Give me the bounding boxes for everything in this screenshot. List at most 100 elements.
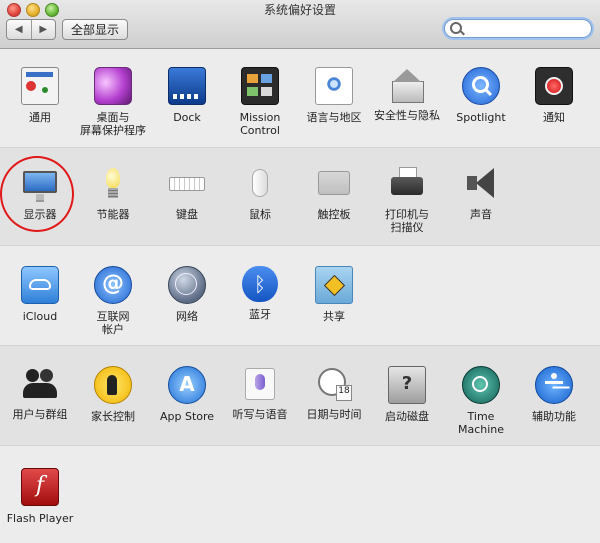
time-machine-icon: [462, 366, 500, 404]
pref-security-privacy[interactable]: 安全性与隐私: [371, 67, 443, 122]
pref-keyboard[interactable]: 键盘: [151, 166, 223, 221]
pref-users-groups[interactable]: 用户与群组: [4, 366, 76, 421]
highlight-circle: [0, 156, 74, 232]
pref-label: 语言与地区: [306, 111, 362, 124]
pref-printers-scanners[interactable]: 打印机与 扫描仪: [371, 166, 443, 234]
pref-energy-saver[interactable]: 节能器: [77, 166, 149, 221]
pref-notifications[interactable]: 通知: [518, 67, 590, 124]
pane-row-system: 用户与群组 家长控制 A App Store 听写与语音 18 日期与时间 启动…: [0, 345, 600, 446]
pref-label: Mission Control: [239, 111, 281, 137]
pref-label: Spotlight: [456, 111, 506, 124]
pref-label: 通用: [29, 111, 51, 124]
microphone-icon: [242, 366, 278, 402]
pref-mission-control[interactable]: Mission Control: [224, 67, 296, 137]
icloud-icon: [21, 266, 59, 304]
pref-sharing[interactable]: 共享: [298, 266, 370, 323]
dock-icon: [168, 67, 206, 105]
calendar-day: 18: [338, 386, 350, 396]
pref-bluetooth[interactable]: ᛒ 蓝牙: [224, 266, 296, 321]
general-icon: [21, 67, 59, 105]
language-region-icon: [315, 67, 353, 105]
pref-label: 启动磁盘: [385, 410, 429, 423]
pref-flash-player[interactable]: f Flash Player: [4, 468, 76, 525]
parental-controls-icon: [94, 366, 132, 404]
startup-disk-icon: [388, 366, 426, 404]
pref-label: 声音: [470, 208, 492, 221]
pref-dock[interactable]: Dock: [151, 67, 223, 124]
security-privacy-icon: [389, 67, 425, 103]
pref-label: 通知: [543, 111, 565, 124]
pref-label: iCloud: [22, 310, 58, 323]
pane-row-internet-wireless: iCloud @ 互联网 帐户 网络 ᛒ 蓝牙 共享: [0, 245, 600, 346]
pref-internet-accounts[interactable]: @ 互联网 帐户: [77, 266, 149, 336]
pref-sound[interactable]: 声音: [445, 166, 517, 221]
pref-label: Flash Player: [6, 512, 74, 525]
mouse-icon: [242, 166, 278, 202]
pref-desktop-screensaver[interactable]: 桌面与 屏幕保护程序: [77, 67, 149, 137]
pref-trackpad[interactable]: 触控板: [298, 166, 370, 221]
pref-label: 鼠标: [249, 208, 271, 221]
pref-label: 键盘: [176, 208, 198, 221]
pref-spotlight[interactable]: Spotlight: [445, 67, 517, 124]
bluetooth-icon: ᛒ: [242, 266, 278, 302]
notifications-icon: [535, 67, 573, 105]
pane-row-other: f Flash Player: [0, 445, 600, 543]
pref-language-region[interactable]: 语言与地区: [298, 67, 370, 124]
pref-label: 桌面与 屏幕保护程序: [80, 111, 146, 137]
pref-general[interactable]: 通用: [4, 67, 76, 124]
pref-icloud[interactable]: iCloud: [4, 266, 76, 323]
search-icon: [450, 22, 462, 34]
pref-label: 蓝牙: [249, 308, 271, 321]
pref-time-machine[interactable]: Time Machine: [445, 366, 517, 436]
window-title: 系统偏好设置: [263, 3, 336, 17]
app-store-icon: A: [168, 366, 206, 404]
forward-button[interactable]: ▶: [30, 20, 56, 39]
titlebar: 系统偏好设置 ◀ ▶ 全部显示: [0, 0, 600, 49]
pref-dictation-speech[interactable]: 听写与语音: [224, 366, 296, 421]
pref-label: 日期与时间: [306, 408, 362, 421]
pref-label: Time Machine: [457, 410, 505, 436]
accessibility-icon: [535, 366, 573, 404]
pane-row-personal: 通用 桌面与 屏幕保护程序 Dock Mission Control 语言与地区…: [0, 49, 600, 147]
pref-label: 打印机与 扫描仪: [385, 208, 429, 234]
back-button[interactable]: ◀: [7, 20, 31, 39]
pref-label: 共享: [323, 310, 345, 323]
network-icon: [168, 266, 206, 304]
pref-label: Dock: [173, 111, 201, 124]
pref-app-store[interactable]: A App Store: [151, 366, 223, 423]
pref-parental-controls[interactable]: 家长控制: [77, 366, 149, 423]
pref-label: 节能器: [96, 208, 130, 221]
desktop-screensaver-icon: [94, 67, 132, 105]
pref-label: 听写与语音: [232, 408, 288, 421]
users-groups-icon: [22, 366, 58, 402]
pref-label: 家长控制: [91, 410, 135, 423]
pref-label: 用户与群组: [12, 408, 68, 421]
printer-icon: [389, 166, 425, 202]
flash-player-icon: f: [21, 468, 59, 506]
pref-startup-disk[interactable]: 启动磁盘: [371, 366, 443, 423]
pref-label: 辅助功能: [532, 410, 576, 423]
search-field[interactable]: [444, 19, 592, 38]
mission-control-icon: [241, 67, 279, 105]
pref-label: 网络: [176, 310, 198, 323]
back-forward-control: ◀ ▶: [6, 19, 56, 40]
pane-row-hardware: 显示器 节能器 键盘 鼠标 触控板 打印机与 扫描仪 声音: [0, 147, 600, 246]
speaker-icon: [463, 166, 499, 202]
pref-accessibility[interactable]: 辅助功能: [518, 366, 590, 423]
clock-calendar-icon: 18: [316, 366, 352, 402]
pref-mouse[interactable]: 鼠标: [224, 166, 296, 221]
internet-accounts-icon: @: [94, 266, 132, 304]
keyboard-icon: [169, 166, 205, 202]
show-all-button[interactable]: 全部显示: [62, 19, 128, 40]
energy-saver-icon: [95, 166, 131, 202]
pref-label: 触控板: [317, 208, 351, 221]
pref-label: App Store: [159, 410, 215, 423]
pref-date-time[interactable]: 18 日期与时间: [298, 366, 370, 421]
pref-label: 安全性与隐私: [374, 109, 440, 122]
sharing-icon: [315, 266, 353, 304]
pref-label: 互联网 帐户: [96, 310, 130, 336]
trackpad-icon: [316, 166, 352, 202]
pref-network[interactable]: 网络: [151, 266, 223, 323]
system-preferences-window: 系统偏好设置 ◀ ▶ 全部显示 通用 桌面与 屏幕保护程序 Dock Missi…: [0, 0, 600, 543]
spotlight-icon: [462, 67, 500, 105]
